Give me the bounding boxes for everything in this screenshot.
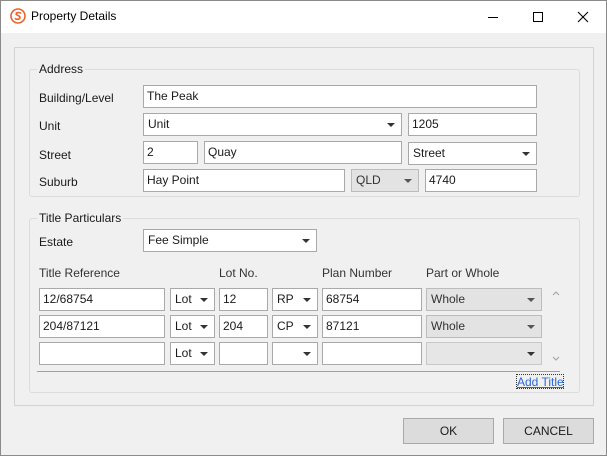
title-reference-input[interactable] xyxy=(39,342,165,365)
building-level-label: Building/Level xyxy=(39,91,114,105)
plan-type-dropdown[interactable]: RP xyxy=(272,288,318,311)
estate-dropdown[interactable]: Fee Simple xyxy=(143,229,317,252)
minimize-button[interactable] xyxy=(470,1,516,32)
lot-number-input[interactable] xyxy=(219,342,268,365)
chevron-down-icon xyxy=(303,325,311,329)
scroll-up-icon[interactable] xyxy=(552,290,560,296)
street-type-dropdown[interactable]: Street xyxy=(408,142,537,165)
close-button[interactable] xyxy=(560,1,606,32)
plan-type-dropdown[interactable]: CP xyxy=(272,315,318,338)
postcode-input[interactable]: 4740 xyxy=(425,169,537,192)
chevron-down-icon xyxy=(303,352,311,356)
unit-label: Unit xyxy=(39,119,61,133)
add-title-link[interactable]: Add Title xyxy=(517,375,564,389)
chevron-down-icon xyxy=(527,325,535,329)
app-logo-icon xyxy=(10,8,26,24)
maximize-button[interactable] xyxy=(515,1,561,32)
chevron-down-icon xyxy=(527,298,535,302)
lot-type-value: Lot xyxy=(175,292,192,306)
part-or-whole-dropdown[interactable]: Whole xyxy=(426,315,542,338)
lot-number-input[interactable]: 204 xyxy=(219,315,268,338)
lot-number-input[interactable]: 12 xyxy=(219,288,268,311)
ok-button[interactable]: OK xyxy=(403,418,494,444)
chevron-down-icon xyxy=(200,352,208,356)
chevron-down-icon xyxy=(200,298,208,302)
lot-type-value: Lot xyxy=(175,346,192,360)
plan-number-input[interactable]: 87121 xyxy=(322,315,422,338)
plan-number-input[interactable] xyxy=(322,342,422,365)
column-header-part-or-whole: Part or Whole xyxy=(426,266,500,280)
suburb-label: Suburb xyxy=(39,175,78,189)
chevron-down-icon xyxy=(302,239,310,243)
street-type-value: Street xyxy=(413,146,446,160)
lot-type-dropdown[interactable]: Lot xyxy=(170,342,215,365)
estate-label: Estate xyxy=(39,235,74,249)
chevron-down-icon xyxy=(404,179,412,183)
title-reference-input[interactable]: 12/68754 xyxy=(39,288,165,311)
plan-type-value: RP xyxy=(277,292,294,306)
lot-type-dropdown[interactable]: Lot xyxy=(170,315,215,338)
lot-type-dropdown[interactable]: Lot xyxy=(170,288,215,311)
estate-value: Fee Simple xyxy=(148,233,209,247)
unit-number-input[interactable]: 1205 xyxy=(408,113,537,136)
minimize-icon xyxy=(488,16,498,18)
state-dropdown[interactable]: QLD xyxy=(351,169,419,192)
address-group-title: Address xyxy=(37,62,86,76)
state-value: QLD xyxy=(356,173,381,187)
property-details-window: Property Details Address Building/Level … xyxy=(0,0,607,456)
cancel-button[interactable]: CANCEL xyxy=(503,418,594,444)
title-particulars-group-title: Title Particulars xyxy=(37,211,124,225)
chevron-down-icon xyxy=(303,298,311,302)
part-or-whole-value: Whole xyxy=(431,292,466,306)
plan-number-input[interactable]: 68754 xyxy=(322,288,422,311)
plan-type-value: CP xyxy=(277,319,294,333)
unit-type-value: Unit xyxy=(148,117,170,131)
column-header-lot-no: Lot No. xyxy=(219,266,258,280)
unit-type-dropdown[interactable]: Unit xyxy=(143,113,402,136)
title-bar: Property Details xyxy=(1,1,606,33)
chevron-down-icon xyxy=(200,325,208,329)
title-reference-input[interactable]: 204/87121 xyxy=(39,315,165,338)
part-or-whole-dropdown[interactable] xyxy=(426,342,542,365)
chevron-down-icon xyxy=(522,152,530,156)
lot-type-value: Lot xyxy=(175,319,192,333)
dialog-body: Address Building/Level The Peak Unit Uni… xyxy=(14,47,594,406)
grid-bottom-divider xyxy=(37,371,560,372)
window-title: Property Details xyxy=(31,9,117,23)
suburb-input[interactable]: Hay Point xyxy=(143,169,345,192)
part-or-whole-value: Whole xyxy=(431,319,466,333)
close-icon xyxy=(577,11,589,22)
plan-type-dropdown[interactable] xyxy=(272,342,318,365)
column-header-plan-number: Plan Number xyxy=(322,266,393,280)
part-or-whole-dropdown[interactable]: Whole xyxy=(426,288,542,311)
chevron-down-icon xyxy=(527,352,535,356)
street-label: Street xyxy=(39,148,72,162)
street-number-input[interactable]: 2 xyxy=(143,141,198,164)
chevron-down-icon xyxy=(387,123,395,127)
maximize-icon xyxy=(533,11,543,22)
scroll-down-icon[interactable] xyxy=(552,356,560,362)
street-name-input[interactable]: Quay xyxy=(204,141,402,164)
column-header-title-reference: Title Reference xyxy=(39,266,120,280)
building-level-input[interactable]: The Peak xyxy=(143,85,537,108)
